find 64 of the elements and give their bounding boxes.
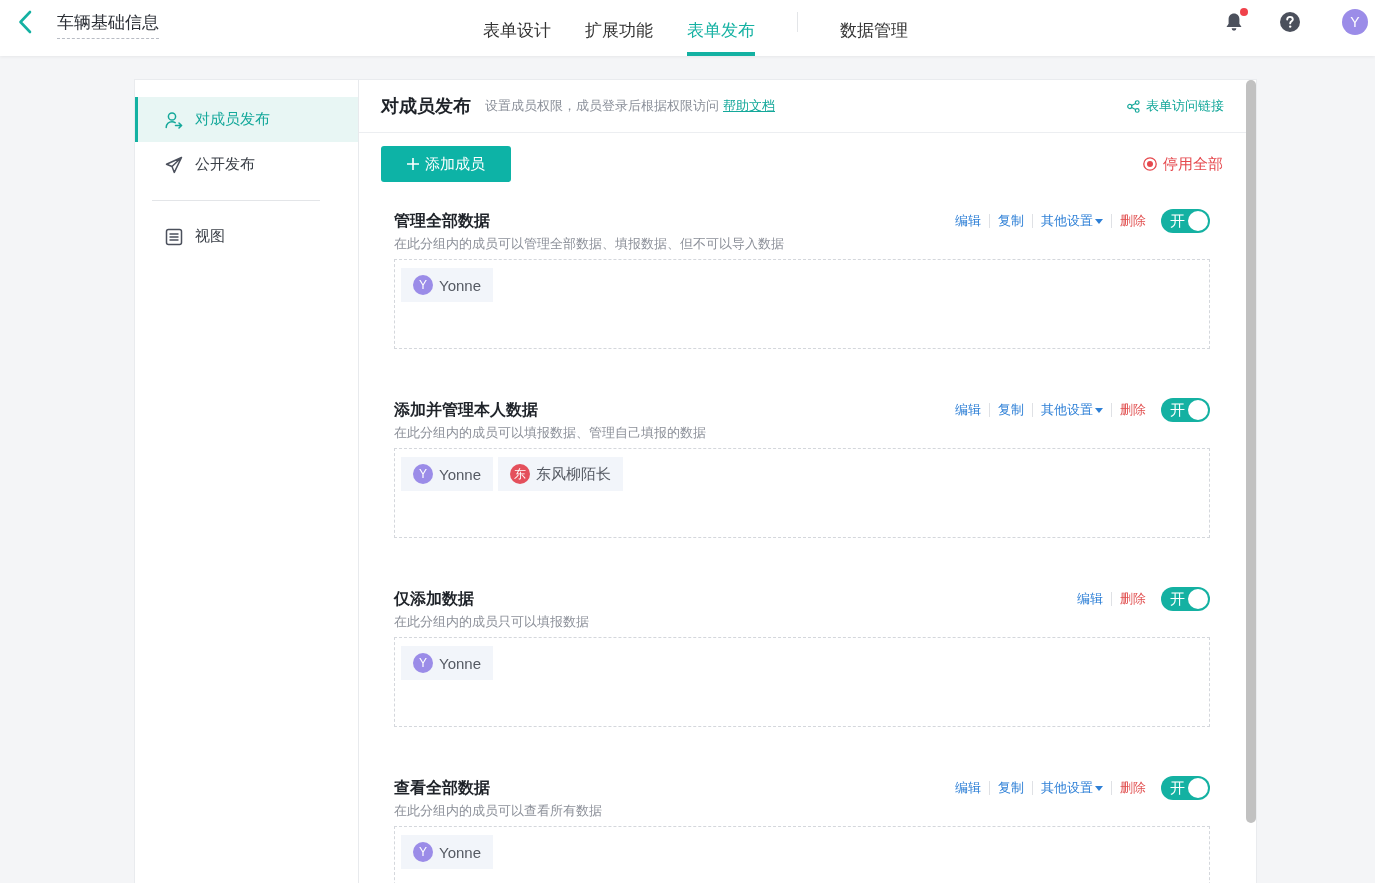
add-member-button[interactable]: 添加成员 [381, 146, 511, 182]
action-link[interactable]: 复制 [998, 401, 1024, 419]
action-link[interactable]: 编辑 [955, 401, 981, 419]
action-link[interactable]: 复制 [998, 779, 1024, 797]
member-name: Yonne [439, 843, 481, 861]
nav-tab[interactable]: 扩展功能 [585, 0, 653, 56]
delete-link[interactable]: 删除 [1120, 212, 1146, 230]
member-avatar: Y [413, 653, 433, 673]
sidebar-item[interactable]: 对成员发布 [135, 97, 358, 142]
paper-plane-icon [165, 155, 183, 174]
nav-tab[interactable]: 表单设计 [483, 0, 551, 56]
group-description: 在此分组内的成员只可以填报数据 [394, 613, 590, 631]
toggle-switch[interactable]: 开 [1161, 209, 1210, 233]
action-link[interactable]: 编辑 [955, 779, 981, 797]
group-title: 管理全部数据 [394, 210, 490, 231]
list-icon [165, 227, 183, 246]
dropdown-link[interactable]: 其他设置 [1041, 212, 1103, 230]
scrollbar-thumb[interactable] [1246, 80, 1256, 823]
plus-icon [407, 158, 419, 170]
member-name: Yonne [439, 465, 481, 483]
stop-circle-icon [1143, 157, 1157, 171]
delete-link[interactable]: 删除 [1120, 590, 1146, 608]
caret-icon [1095, 218, 1103, 224]
toggle-switch[interactable]: 开 [1161, 587, 1210, 611]
group-description: 在此分组内的成员可以查看所有数据 [394, 802, 603, 820]
member-avatar: 东 [510, 464, 530, 484]
group-description: 在此分组内的成员可以管理全部数据、填报数据、但不可以导入数据 [394, 235, 785, 253]
action-link[interactable]: 编辑 [955, 212, 981, 230]
nav-tab[interactable]: 数据管理 [840, 0, 908, 56]
member-avatar: Y [413, 842, 433, 862]
delete-link[interactable]: 删除 [1120, 779, 1146, 797]
group-title: 仅添加数据 [394, 588, 474, 609]
person-arrow-icon [165, 110, 183, 129]
sidebar-item[interactable]: 视图 [135, 214, 358, 259]
action-link[interactable]: 复制 [998, 212, 1024, 230]
delete-link[interactable]: 删除 [1120, 401, 1146, 419]
group-title: 添加并管理本人数据 [394, 399, 538, 420]
panel-title: 对成员发布 [381, 95, 471, 118]
bell-icon[interactable] [1225, 12, 1243, 32]
access-link[interactable]: 表单访问链接 [1127, 97, 1224, 115]
toggle-switch[interactable]: 开 [1161, 398, 1210, 422]
help-link[interactable]: 帮助文档 [723, 98, 775, 113]
sidebar-item[interactable]: 公开发布 [135, 142, 358, 187]
panel-description: 设置成员权限，成员登录后根据权限访问 帮助文档 [485, 97, 775, 115]
user-avatar[interactable]: Y [1342, 9, 1368, 35]
member-name: Yonne [439, 654, 481, 672]
caret-icon [1095, 785, 1103, 791]
dropdown-link[interactable]: 其他设置 [1041, 779, 1103, 797]
share-icon [1127, 99, 1140, 113]
group-description: 在此分组内的成员可以填报数据、管理自己填报的数据 [394, 424, 707, 442]
dropdown-link[interactable]: 其他设置 [1041, 401, 1103, 419]
disable-all-button[interactable]: 停用全部 [1143, 154, 1223, 174]
help-icon[interactable] [1280, 12, 1300, 32]
group-title: 查看全部数据 [394, 777, 490, 798]
nav-tab[interactable]: 表单发布 [687, 0, 755, 56]
member-name: Yonne [439, 276, 481, 294]
member-avatar: Y [413, 464, 433, 484]
back-icon[interactable] [18, 10, 32, 34]
member-name: 东风柳陌长 [536, 464, 611, 484]
form-title[interactable]: 车辆基础信息 [57, 11, 159, 39]
action-link[interactable]: 编辑 [1077, 590, 1103, 608]
caret-icon [1095, 407, 1103, 413]
member-avatar: Y [413, 275, 433, 295]
toggle-switch[interactable]: 开 [1161, 776, 1210, 800]
